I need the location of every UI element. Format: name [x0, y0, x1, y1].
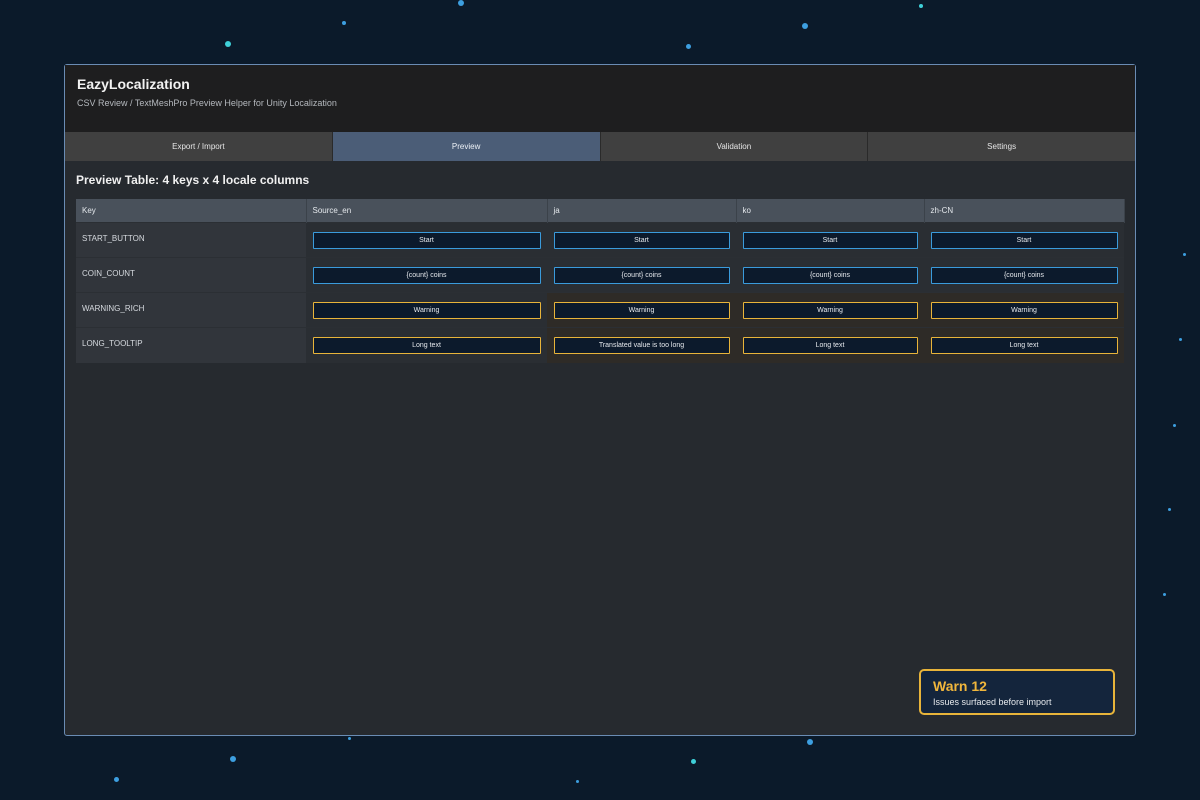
column-header-zh-cn: zh-CN [924, 199, 1125, 223]
column-header-key: Key [76, 199, 307, 223]
table-cell: Warning [306, 292, 547, 328]
table-cell: Start [924, 222, 1124, 258]
preview-panel: Preview Table: 4 keys x 4 locale columns… [65, 161, 1135, 363]
background-dot [225, 41, 231, 47]
background-dot [342, 21, 346, 25]
tab-bar: Export / Import Preview Validation Setti… [65, 132, 1135, 161]
preview-chip[interactable]: Start [742, 231, 918, 249]
background-dot [1173, 424, 1176, 427]
warning-description: Issues surfaced before import [933, 697, 1052, 707]
preview-chip-warning[interactable]: Warning [312, 301, 541, 319]
table-cell: {count} coins [547, 257, 736, 293]
preview-chip-warning[interactable]: Long text [312, 336, 541, 354]
row-key: START_BUTTON [76, 222, 306, 258]
column-header-source-en: Source_en [306, 199, 548, 223]
row-key: LONG_TOOLTIP [76, 327, 306, 363]
warning-count: Warn 12 [933, 678, 987, 694]
table-cell: Warning [547, 292, 736, 328]
preview-chip[interactable]: {count} coins [553, 266, 730, 284]
background-dot [1163, 593, 1166, 596]
table-cell: Long text [924, 327, 1124, 363]
table-cell: Warning [924, 292, 1124, 328]
table-cell: Warning [736, 292, 924, 328]
background-dot [802, 23, 808, 29]
table-header-row: Key Source_en ja ko zh-CN [76, 199, 1125, 223]
preview-chip[interactable]: Start [312, 231, 541, 249]
preview-chip-warning[interactable]: Warning [553, 301, 730, 319]
preview-chip[interactable]: Start [553, 231, 730, 249]
column-header-ja: ja [547, 199, 737, 223]
table-cell: Long text [736, 327, 924, 363]
table-cell: Start [306, 222, 547, 258]
preview-chip-warning[interactable]: Long text [930, 336, 1118, 354]
preview-chip[interactable]: Start [930, 231, 1118, 249]
tab-settings[interactable]: Settings [868, 132, 1135, 161]
tab-export-import[interactable]: Export / Import [65, 132, 333, 161]
table-cell: {count} coins [736, 257, 924, 293]
preview-title: Preview Table: 4 keys x 4 locale columns [76, 173, 310, 187]
preview-chip-warning[interactable]: Long text [742, 336, 918, 354]
app-subtitle: CSV Review / TextMeshPro Preview Helper … [77, 98, 337, 108]
background-dot [458, 0, 464, 6]
table-cell: Start [736, 222, 924, 258]
window-header: EazyLocalization CSV Review / TextMeshPr… [65, 65, 1135, 132]
editor-window: EazyLocalization CSV Review / TextMeshPr… [64, 64, 1136, 736]
row-key: WARNING_RICH [76, 292, 306, 328]
table-row: START_BUTTON Start Start Start Start [76, 222, 1124, 258]
preview-chip-warning[interactable]: Warning [742, 301, 918, 319]
background-dot [230, 756, 236, 762]
app-title: EazyLocalization [77, 76, 190, 92]
table-cell: Translated value is too long [547, 327, 736, 363]
column-header-ko: ko [736, 199, 925, 223]
background-dot [1183, 253, 1186, 256]
warning-summary-card[interactable]: Warn 12 Issues surfaced before import [919, 669, 1115, 715]
background-dot [576, 780, 579, 783]
background-dot [348, 737, 351, 740]
preview-chip[interactable]: {count} coins [742, 266, 918, 284]
background-dot [114, 777, 119, 782]
tab-preview[interactable]: Preview [332, 132, 601, 161]
preview-chip[interactable]: {count} coins [312, 266, 541, 284]
preview-chip-warning[interactable]: Translated value is too long [553, 336, 730, 354]
background-dot [1168, 508, 1171, 511]
tab-validation[interactable]: Validation [600, 132, 869, 161]
table-row: WARNING_RICH Warning Warning Warning War… [76, 292, 1124, 328]
background-dot [691, 759, 696, 764]
preview-chip[interactable]: {count} coins [930, 266, 1118, 284]
table-row: COIN_COUNT {count} coins {count} coins {… [76, 257, 1124, 293]
preview-chip-warning[interactable]: Warning [930, 301, 1118, 319]
table-cell: {count} coins [306, 257, 547, 293]
background-dot [919, 4, 923, 8]
background-dot [807, 739, 813, 745]
table-cell: Start [547, 222, 736, 258]
row-key: COIN_COUNT [76, 257, 306, 293]
background-dot [1179, 338, 1182, 341]
table-row: LONG_TOOLTIP Long text Translated value … [76, 327, 1124, 363]
preview-table: Key Source_en ja ko zh-CN START_BUTTON S… [76, 199, 1125, 363]
background-dot [686, 44, 691, 49]
table-cell: Long text [306, 327, 547, 363]
table-cell: {count} coins [924, 257, 1124, 293]
